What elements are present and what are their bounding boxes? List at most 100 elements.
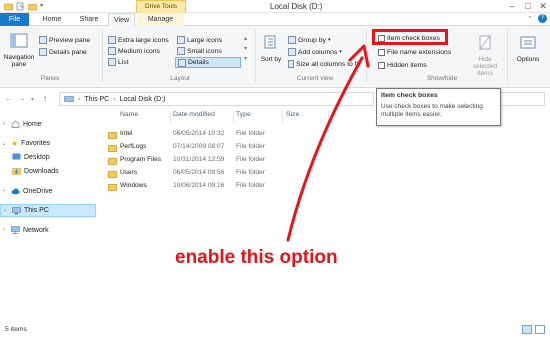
nav-label-downloads: Downloads bbox=[24, 167, 59, 175]
large-icons-option[interactable]: Large icons bbox=[177, 36, 222, 44]
expand-arrow-icon[interactable]: › bbox=[0, 121, 8, 127]
collapse-arrow-icon[interactable]: ⌄ bbox=[0, 140, 8, 147]
file-date: 10/31/2014 12:59 bbox=[173, 156, 225, 163]
file-name: Windows bbox=[120, 182, 147, 189]
new-folder-icon[interactable] bbox=[28, 2, 37, 11]
options-label: Options bbox=[516, 56, 540, 63]
maximize-icon[interactable]: □ bbox=[522, 1, 534, 11]
navigation-pane-icon bbox=[10, 33, 28, 48]
preview-pane-label: Preview pane bbox=[49, 36, 91, 44]
group-separator bbox=[507, 30, 508, 82]
desktop-icon bbox=[12, 153, 21, 160]
qat-dropdown-icon[interactable]: ▾ bbox=[40, 2, 43, 11]
tab-file[interactable]: File bbox=[0, 13, 29, 26]
nav-item-home[interactable]: › Home bbox=[0, 118, 98, 130]
folder-icon bbox=[108, 145, 117, 152]
help-icon[interactable]: ? bbox=[538, 14, 547, 23]
list-option[interactable]: List bbox=[108, 58, 129, 66]
nav-label-onedrive: OneDrive bbox=[23, 187, 53, 195]
pc-icon bbox=[12, 206, 21, 214]
list-icon bbox=[108, 58, 116, 66]
tab-manage[interactable]: Manage bbox=[137, 13, 184, 26]
tab-share[interactable]: Share bbox=[73, 13, 105, 26]
details-label: Details bbox=[188, 59, 209, 66]
navigation-pane-button[interactable]: Navigation pane bbox=[2, 32, 36, 68]
breadcrumb-separator-icon: › bbox=[78, 95, 81, 103]
nav-item-desktop[interactable]: Desktop bbox=[12, 151, 110, 163]
details-option[interactable]: Details bbox=[175, 57, 241, 68]
cloud-icon bbox=[11, 188, 20, 195]
folder-icon bbox=[108, 132, 117, 139]
column-header-date-modified[interactable]: Date modified bbox=[173, 111, 215, 118]
minimize-icon[interactable]: – bbox=[506, 1, 518, 11]
panes-group-label: Panes bbox=[40, 75, 60, 82]
hide-selected-items-label: Hide selected items bbox=[472, 56, 498, 77]
options-icon bbox=[520, 36, 536, 49]
nav-item-favorites[interactable]: ⌄ ★ Favorites bbox=[0, 137, 98, 149]
medium-icons-option[interactable]: Medium icons bbox=[108, 47, 160, 55]
ribbon-tabs: File Home Share View Manage ⌃ ? bbox=[0, 13, 550, 27]
forward-icon[interactable]: → bbox=[18, 94, 26, 103]
preview-pane-button[interactable]: Preview pane bbox=[39, 36, 90, 44]
expand-arrow-icon[interactable]: › bbox=[1, 208, 9, 214]
window-title: Local Disk (D:) bbox=[270, 2, 323, 11]
nav-label-favorites: Favorites bbox=[21, 139, 50, 147]
ribbon-collapse-icon[interactable]: ⌃ bbox=[527, 15, 533, 23]
details-pane-icon bbox=[39, 48, 47, 56]
tab-view[interactable]: View bbox=[108, 13, 135, 27]
nav-label-desktop: Desktop bbox=[24, 153, 50, 161]
back-icon[interactable]: ← bbox=[5, 94, 13, 103]
options-button[interactable]: Options bbox=[512, 34, 544, 63]
large-icons-label: Large icons bbox=[187, 36, 223, 44]
details-pane-button[interactable]: Details pane bbox=[39, 48, 87, 56]
navigation-pane-label: Navigation pane bbox=[3, 54, 35, 68]
nav-item-downloads[interactable]: Downloads bbox=[12, 165, 110, 177]
nav-item-network[interactable]: › Network bbox=[0, 224, 98, 236]
downloads-icon bbox=[12, 168, 21, 175]
properties-icon[interactable] bbox=[16, 2, 25, 11]
file-date: 06/05/2014 09:56 bbox=[173, 169, 225, 176]
large-icons-icon bbox=[177, 36, 185, 44]
nav-label-this-pc: This PC bbox=[24, 207, 49, 214]
group-separator bbox=[102, 30, 103, 82]
medium-icons-label: Medium icons bbox=[118, 47, 160, 55]
nav-item-this-pc[interactable]: › This PC bbox=[0, 204, 96, 217]
breadcrumb-local-disk[interactable]: Local Disk (D:) bbox=[120, 96, 166, 103]
column-header-type[interactable]: Type bbox=[236, 111, 251, 118]
column-header-name[interactable]: Name bbox=[120, 111, 138, 118]
tab-home[interactable]: Home bbox=[36, 13, 68, 26]
star-icon: ★ bbox=[11, 138, 19, 148]
details-view-icon[interactable] bbox=[522, 325, 532, 334]
small-icons-option[interactable]: Small icons bbox=[177, 47, 222, 55]
annotation-text: enable this option bbox=[175, 247, 338, 268]
large-icons-view-icon[interactable] bbox=[535, 325, 545, 334]
layout-scroll-icon[interactable]: ▴ ▾ ▾ bbox=[244, 34, 247, 64]
recent-dropdown-icon[interactable]: ▾ bbox=[31, 96, 34, 103]
breadcrumb-this-pc[interactable]: This PC bbox=[84, 96, 109, 103]
column-divider[interactable] bbox=[170, 111, 171, 123]
extra-large-icons-icon bbox=[108, 36, 116, 44]
medium-icons-icon bbox=[108, 47, 116, 55]
file-name: PerfLogs bbox=[120, 143, 147, 150]
expand-arrow-icon[interactable]: › bbox=[0, 188, 8, 194]
pc-icon bbox=[64, 95, 74, 102]
folder-icon bbox=[108, 171, 117, 178]
folder-icon bbox=[108, 184, 117, 191]
quick-access-toolbar: ▾ bbox=[4, 2, 43, 11]
nav-label-network: Network bbox=[23, 226, 49, 234]
layout-group-label: Layout bbox=[170, 75, 190, 82]
status-bar: 5 items bbox=[0, 320, 550, 338]
nav-item-onedrive[interactable]: › OneDrive bbox=[0, 185, 98, 197]
show-hide-group-label: Show/hide bbox=[426, 75, 458, 82]
up-icon[interactable]: ↑ bbox=[43, 94, 47, 103]
network-icon bbox=[11, 226, 20, 234]
details-pane-label: Details pane bbox=[49, 48, 87, 56]
expand-arrow-icon[interactable]: › bbox=[0, 227, 8, 233]
details-icon bbox=[178, 58, 186, 67]
close-icon[interactable]: ✕ bbox=[537, 1, 549, 12]
hide-selected-items-button[interactable]: Hide selected items bbox=[470, 34, 500, 77]
extra-large-icons-option[interactable]: Extra large icons bbox=[108, 36, 169, 44]
drive-tools-context-tab: Drive Tools bbox=[136, 0, 186, 13]
list-label: List bbox=[118, 58, 129, 66]
column-divider[interactable] bbox=[233, 111, 234, 123]
